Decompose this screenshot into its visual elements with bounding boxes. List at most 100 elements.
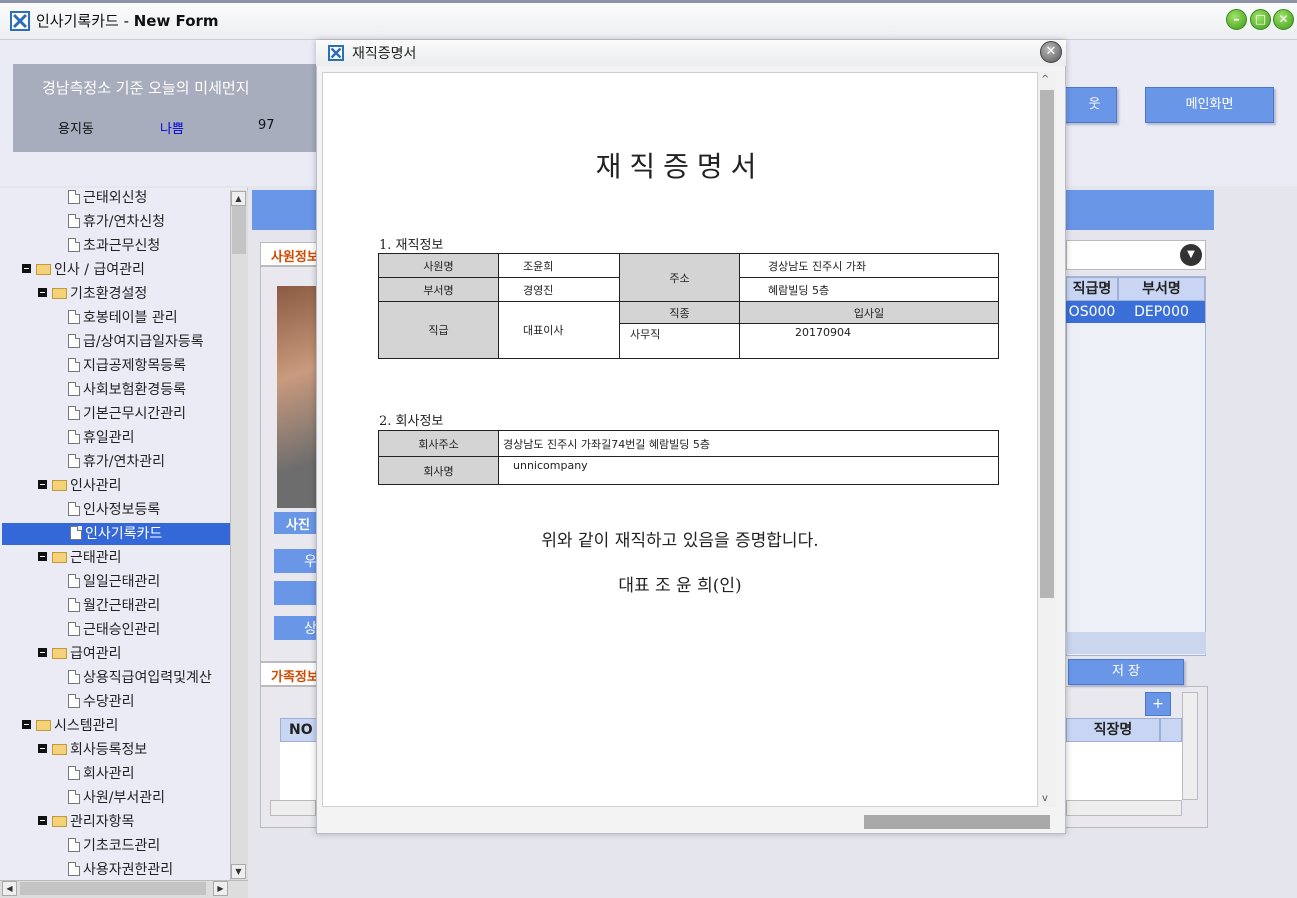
certificate-heading: 재직증명서: [595, 150, 765, 183]
collapse-toggle-icon[interactable]: [38, 816, 47, 825]
grid-cell-grade[interactable]: OS000: [1066, 301, 1118, 323]
sidebar-item-8[interactable]: 사회보험환경등록: [68, 379, 186, 401]
family-hscroll[interactable]: [270, 800, 316, 816]
sidebar-item-label: 휴가/연차관리: [83, 454, 165, 470]
document-icon: [68, 598, 80, 612]
bg-button-1[interactable]: 우: [274, 549, 320, 573]
sidebar-item-12[interactable]: 인사관리: [38, 475, 122, 497]
dialog-close-button[interactable]: ✕: [1040, 41, 1062, 63]
document-icon: [68, 190, 80, 204]
collapse-toggle-icon[interactable]: [22, 720, 31, 729]
main-screen-button[interactable]: 메인화면: [1145, 87, 1274, 123]
scroll-right-arrow[interactable]: ▶: [213, 881, 228, 896]
family-col-extra: [1160, 718, 1182, 742]
sidebar-item-18[interactable]: 근태승인관리: [68, 619, 160, 641]
sidebar-item-label: 회사등록정보: [70, 742, 148, 758]
sidebar-item-0[interactable]: 근태외신청: [68, 187, 147, 209]
document-scroll-thumb[interactable]: [1040, 90, 1054, 598]
value-job: 사무직: [619, 323, 740, 359]
sidebar-item-24[interactable]: 회사관리: [68, 763, 135, 785]
document-hscroll-thumb[interactable]: [864, 815, 1050, 829]
sidebar-item-22[interactable]: 시스템관리: [22, 715, 118, 737]
grid-col-grade[interactable]: 직급명: [1066, 277, 1118, 301]
scroll-up-arrow[interactable]: ▲: [231, 191, 246, 206]
employment-table: 사원명 조윤희 주소 경상남도 진주시 가좌 부서명 경영진 혜람빌딩 5층 직…: [378, 253, 999, 359]
sidebar-item-9[interactable]: 기본근무시간관리: [68, 403, 186, 425]
document-icon: [68, 406, 80, 420]
sidebar-item-14[interactable]: 인사기록카드: [2, 523, 230, 545]
document-icon: [68, 790, 80, 804]
collapse-toggle-icon[interactable]: [38, 552, 47, 561]
maximize-button[interactable]: □: [1250, 9, 1271, 30]
family-tab[interactable]: 가족정보: [260, 662, 320, 686]
value-name: 조윤희: [498, 253, 620, 278]
collapse-toggle-icon[interactable]: [38, 480, 47, 489]
document-icon: [70, 526, 82, 540]
value-position: 대표이사: [498, 301, 620, 359]
folder-icon: [52, 288, 67, 299]
app-icon: [10, 11, 30, 31]
minimize-button[interactable]: –: [1226, 9, 1247, 30]
label-position: 직급: [378, 301, 499, 359]
sidebar-item-2[interactable]: 초과근무신청: [68, 235, 160, 257]
sidebar-item-1[interactable]: 휴가/연차신청: [68, 211, 165, 233]
dust-value: 97: [258, 118, 275, 133]
sidebar-item-28[interactable]: 사용자권한관리: [68, 859, 173, 881]
collapse-toggle-icon[interactable]: [22, 264, 31, 273]
employee-tab[interactable]: 사원정보: [260, 242, 320, 266]
sidebar-item-27[interactable]: 기초코드관리: [68, 835, 160, 857]
sidebar-hscroll-thumb[interactable]: [20, 882, 206, 895]
value-address2: 혜람빌딩 5층: [739, 277, 999, 302]
sidebar-vscroll[interactable]: [230, 190, 248, 880]
bg-button-3[interactable]: 상: [274, 616, 320, 640]
grid-col-dept[interactable]: 부서명: [1118, 277, 1205, 301]
grid-cell-dept[interactable]: DEP000: [1118, 301, 1205, 323]
section-employment: 1. 재직정보: [379, 238, 444, 253]
sidebar-item-20[interactable]: 상용직급여입력및계산: [68, 667, 212, 689]
label-join-date: 입사일: [739, 301, 999, 324]
sidebar-item-17[interactable]: 월간근태관리: [68, 595, 160, 617]
folder-icon: [52, 816, 67, 827]
collapse-toggle-icon[interactable]: [38, 744, 47, 753]
family-hscroll-right[interactable]: [1066, 800, 1182, 816]
collapse-toggle-icon[interactable]: [38, 648, 47, 657]
sidebar-item-7[interactable]: 지급공제항목등록: [68, 355, 186, 377]
document-icon: [68, 838, 80, 852]
photo-button[interactable]: 사진: [274, 512, 320, 534]
add-button[interactable]: +: [1145, 692, 1171, 716]
chevron-down-icon[interactable]: ▼: [1180, 244, 1202, 266]
family-vscroll[interactable]: [1182, 692, 1198, 800]
sidebar-item-25[interactable]: 사원/부서관리: [68, 787, 165, 809]
sidebar-item-6[interactable]: 급/상여지급일자등록: [68, 331, 204, 353]
employee-grid: [1066, 276, 1206, 656]
close-window-button[interactable]: ✕: [1273, 9, 1294, 30]
document-icon: [68, 310, 80, 324]
sidebar-item-4[interactable]: 기초환경설정: [38, 283, 147, 305]
sidebar-item-21[interactable]: 수당관리: [68, 691, 135, 713]
bg-button-2[interactable]: [274, 581, 320, 605]
sidebar-item-11[interactable]: 휴가/연차관리: [68, 451, 165, 473]
sidebar-item-5[interactable]: 호봉테이블 관리: [68, 307, 178, 329]
dialog-app-icon: [328, 45, 344, 61]
scroll-left-arrow[interactable]: ◀: [2, 881, 17, 896]
family-grid-body-right: [1066, 742, 1182, 800]
sidebar-item-label: 초과근무신청: [83, 238, 161, 254]
doc-scroll-down[interactable]: v: [1042, 793, 1048, 804]
sidebar-item-19[interactable]: 급여관리: [38, 643, 122, 665]
doc-scroll-up[interactable]: ^: [1041, 74, 1049, 85]
family-col-workplace[interactable]: 직장명: [1066, 718, 1160, 742]
sidebar-item-15[interactable]: 근태관리: [38, 547, 122, 569]
sidebar-scroll-thumb[interactable]: [232, 206, 246, 254]
sidebar-item-26[interactable]: 관리자항목: [38, 811, 134, 833]
document-icon: [68, 430, 80, 444]
dust-grade: 나쁨: [160, 122, 184, 137]
collapse-toggle-icon[interactable]: [38, 288, 47, 297]
sidebar-item-10[interactable]: 휴일관리: [68, 427, 135, 449]
scroll-down-arrow[interactable]: ▼: [231, 864, 246, 879]
sidebar-item-23[interactable]: 회사등록정보: [38, 739, 147, 761]
sidebar-item-3[interactable]: 인사 / 급여관리: [22, 259, 145, 281]
save-button[interactable]: 저 장: [1068, 659, 1184, 685]
sidebar-item-16[interactable]: 일일근태관리: [68, 571, 160, 593]
sidebar-item-13[interactable]: 인사정보등록: [68, 499, 160, 521]
sidebar-item-label: 시스템관리: [54, 718, 119, 734]
